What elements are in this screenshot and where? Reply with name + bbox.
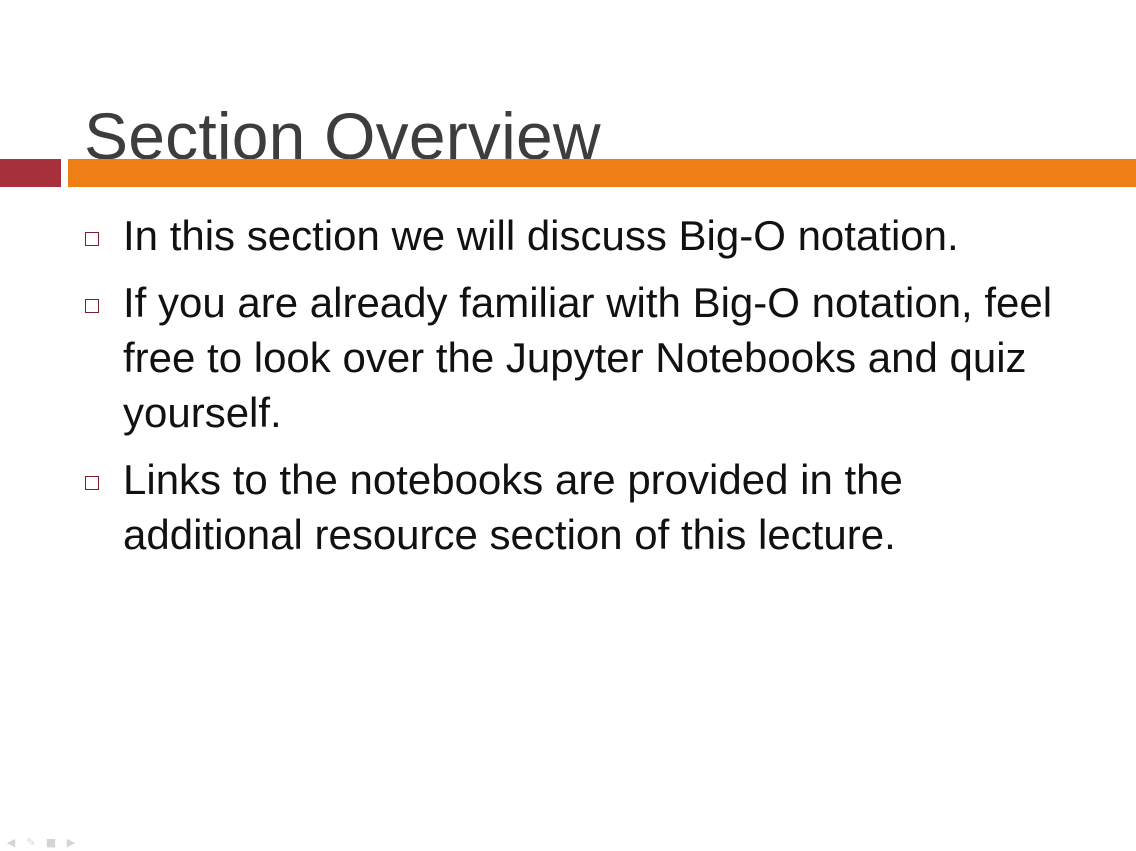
bullet-text: In this section we will discuss Big-O no… — [123, 212, 959, 259]
bullet-item: Links to the notebooks are provided in t… — [84, 452, 1094, 562]
bullet-text: If you are already familiar with Big-O n… — [123, 279, 1053, 436]
slideshow-controls: ◀ ✎ ■ ▶ — [4, 835, 78, 849]
presentation-slide: Section Overview In this section we will… — [0, 0, 1136, 851]
square-bullet-icon — [85, 232, 99, 246]
square-bullet-icon — [85, 299, 99, 313]
title-accent-block — [0, 159, 61, 187]
bullet-text: Links to the notebooks are provided in t… — [123, 456, 903, 558]
prev-arrow-icon[interactable]: ◀ — [4, 835, 18, 849]
square-bullet-icon — [85, 476, 99, 490]
bullet-item: If you are already familiar with Big-O n… — [84, 275, 1094, 440]
title-accent-bar — [68, 159, 1136, 187]
pen-icon[interactable]: ✎ — [24, 835, 38, 849]
bullet-item: In this section we will discuss Big-O no… — [84, 208, 1094, 263]
next-arrow-icon[interactable]: ▶ — [64, 835, 78, 849]
menu-icon[interactable]: ■ — [44, 835, 58, 849]
bullet-list: In this section we will discuss Big-O no… — [84, 208, 1094, 574]
